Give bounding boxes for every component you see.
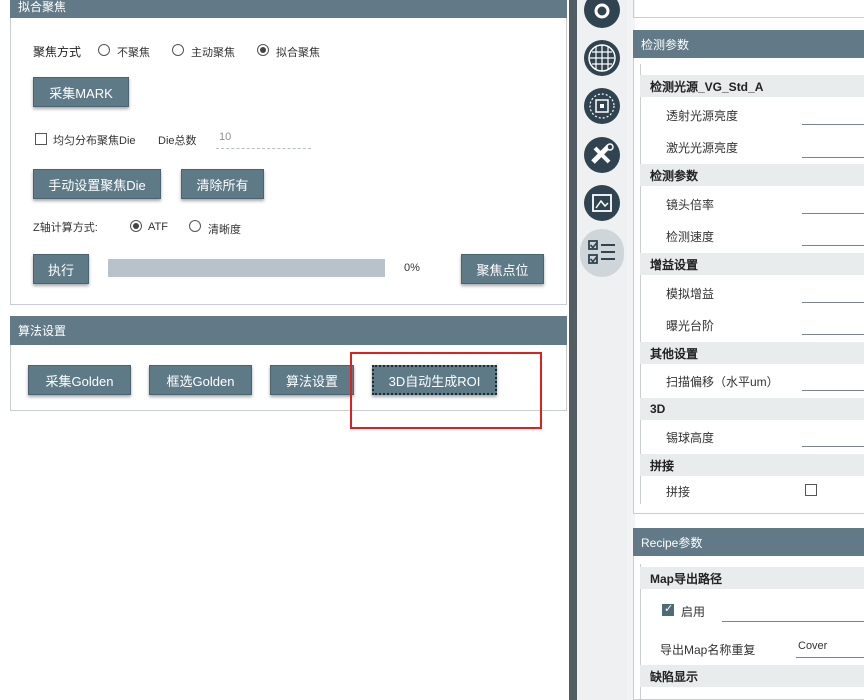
map-name-repeat-value: Cover [798, 640, 828, 652]
group-detect-params: 检测参数 [640, 164, 864, 186]
map-name-repeat-label: 导出Map名称重复 [660, 643, 756, 657]
group-gain: 增益设置 [640, 253, 864, 275]
group-defect-display: 缺陷显示 [640, 665, 864, 687]
highlight-box [350, 352, 542, 429]
radio-atf-label: ATF [148, 221, 168, 233]
algo-settings-title: 算法设置 [18, 324, 67, 338]
chip-scan-icon[interactable] [584, 88, 620, 124]
fit-focus-header: 拟合聚焦 [10, 0, 567, 18]
uniform-die-label: 均匀分布聚焦Die [53, 135, 136, 147]
radio-atf[interactable] [130, 220, 142, 232]
param-analog-gain-field[interactable] [802, 302, 864, 303]
group-map-path: Map导出路径 [640, 567, 864, 589]
die-total-label: Die总数 [158, 135, 197, 147]
map-enable-label: 启用 [681, 605, 706, 619]
radio-sharpness[interactable] [189, 220, 201, 232]
select-golden-button[interactable]: 框选Golden [149, 365, 252, 395]
radio-fit-focus[interactable] [257, 44, 269, 56]
group-stitch: 拼接 [640, 454, 864, 476]
param-lens-mag: 镜头倍率 [666, 198, 715, 212]
param-solder-height-field[interactable] [802, 446, 864, 447]
panel-divider[interactable] [569, 0, 577, 700]
image-frame-icon[interactable] [584, 185, 620, 221]
recipe-params-title: Recipe参数 [641, 535, 703, 550]
detect-params-header: 检测参数 [633, 30, 864, 58]
progress-text: 0% [404, 262, 420, 274]
radio-no-focus-label: 不聚焦 [117, 47, 150, 59]
detect-params-left-border [640, 64, 641, 504]
param-exposure-step-field[interactable] [802, 334, 864, 335]
collect-mark-button[interactable]: 采集MARK [33, 77, 129, 107]
fit-focus-title: 拟合聚焦 [18, 0, 67, 14]
radio-active-focus[interactable] [172, 44, 184, 56]
group-3d: 3D [640, 398, 864, 420]
radio-sharpness-label: 清晰度 [208, 224, 241, 236]
focus-points-button[interactable]: 聚焦点位 [461, 254, 544, 284]
param-laser-light-field[interactable] [802, 157, 864, 158]
map-enable-checkbox[interactable] [662, 602, 674, 616]
radio-no-focus[interactable] [98, 44, 110, 56]
uniform-die-checkbox[interactable] [35, 133, 47, 145]
algo-settings-button[interactable]: 算法设置 [270, 365, 354, 395]
clear-all-button[interactable]: 清除所有 [181, 169, 264, 199]
detect-params-title: 检测参数 [641, 37, 690, 52]
stitch-checkbox[interactable] [805, 484, 817, 496]
recipe-params-header: Recipe参数 [633, 528, 864, 556]
execute-button[interactable]: 执行 [33, 254, 89, 284]
param-analog-gain: 模拟增益 [666, 287, 715, 301]
radio-fit-focus-label: 拟合聚焦 [276, 47, 320, 59]
param-detect-speed-field[interactable] [802, 245, 864, 246]
collect-golden-button[interactable]: 采集Golden [28, 365, 131, 395]
radio-active-focus-label: 主动聚焦 [191, 47, 235, 59]
param-stitch: 拼接 [666, 485, 691, 499]
map-name-repeat-select[interactable]: Cover [796, 636, 864, 658]
group-other: 其他设置 [640, 342, 864, 364]
map-path-field[interactable] [722, 621, 864, 622]
focus-mode-label: 聚焦方式 [33, 45, 82, 59]
param-laser-light: 激光光源亮度 [666, 141, 739, 155]
grid-sphere-icon[interactable] [584, 40, 620, 76]
param-transmit-light: 透射光源亮度 [666, 109, 739, 123]
param-transmit-light-field[interactable] [802, 124, 864, 125]
param-detect-speed: 检测速度 [666, 230, 715, 244]
param-scan-offset-field[interactable] [802, 390, 864, 391]
z-calc-label: Z轴计算方式: [33, 222, 98, 234]
focus-progress-bar [108, 259, 385, 277]
checklist-icon[interactable] [584, 234, 620, 270]
die-total-field[interactable]: 10 [216, 127, 311, 149]
param-exposure-step: 曝光台阶 [666, 319, 715, 333]
algo-settings-header: 算法设置 [10, 316, 567, 345]
manual-set-focus-die-button[interactable]: 手动设置聚焦Die [33, 169, 161, 199]
param-solder-height: 锡球高度 [666, 431, 715, 445]
param-scan-offset: 扫描偏移（水平um） [666, 375, 779, 389]
tools-icon[interactable] [584, 137, 620, 173]
group-light-source: 检测光源_VG_Std_A [640, 75, 864, 97]
param-lens-mag-field[interactable] [802, 213, 864, 214]
top-input-strip [633, 0, 864, 18]
die-total-value: 10 [219, 131, 232, 143]
